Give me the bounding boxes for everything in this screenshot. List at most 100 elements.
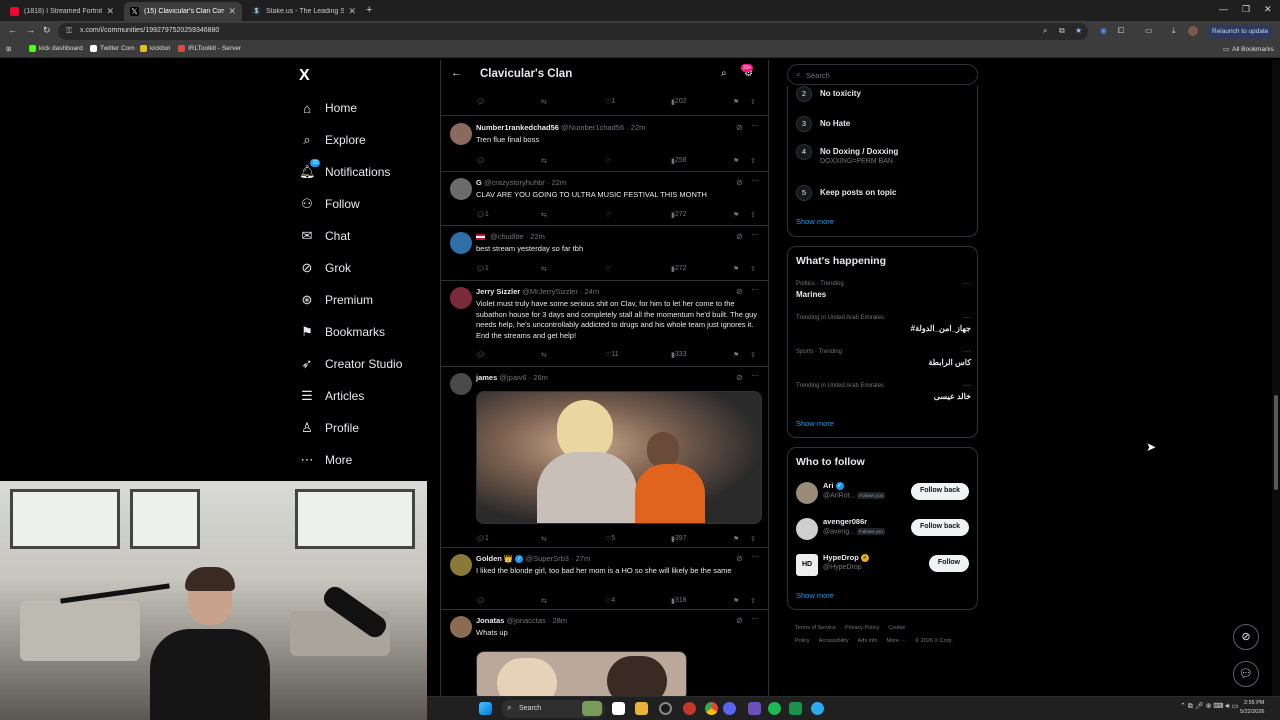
bookmark-item[interactable]: IRLToolkit - Server [178,45,241,52]
repost-icon[interactable]: ⇆ [541,98,547,106]
post[interactable]: G @crazystoryhuhbr · 22m ⊘ ··· CLAV ARE YOU… [441,172,768,226]
trend-item[interactable]: Trending in United Arab Emirates #جهاز_ا… [796,313,971,333]
bookmark-item[interactable]: kick dashboard [29,45,83,52]
views-icon[interactable]: ▮ 318 [671,597,687,605]
task-view-icon[interactable] [612,702,625,715]
nav-item-bookmarks[interactable]: ⚑ Bookmarks [299,318,385,346]
trends-show-more-link[interactable]: Show more [796,419,834,428]
start-icon[interactable] [479,702,492,715]
sidepanel-icon[interactable]: ▭ [1145,26,1153,35]
post-time[interactable]: · 26m [529,373,548,382]
follow-name-row[interactable]: HypeDrop ✓ [823,553,869,563]
browser-tab[interactable]: $ Stake.us - The Leading Social C ✕ [246,2,362,21]
more-options-icon[interactable]: ··· [751,121,759,130]
rules-show-more-link[interactable]: Show more [796,217,834,226]
install-icon[interactable]: ⧉ [1059,26,1065,36]
bookmark-item[interactable]: kickbot [140,45,170,52]
like-icon[interactable]: ♡ 4 [605,597,615,605]
download-icon[interactable]: ⤓ [1172,26,1176,36]
author-name[interactable]: Jonatas [476,616,504,625]
scrollbar[interactable] [1272,60,1280,696]
nav-item-articles[interactable]: ☰ Articles [299,382,364,410]
sheets-icon[interactable] [789,702,802,715]
nav-item-home[interactable]: ⌂ Home [299,94,357,122]
repost-icon[interactable]: ⇆ [541,535,547,543]
more-options-icon[interactable]: ··· [751,614,759,623]
views-icon[interactable]: ▮ 202 [671,98,687,106]
views-icon[interactable]: ▮ 272 [671,211,687,219]
nav-item-explore[interactable]: ⌕ Explore [299,126,365,154]
reply-icon[interactable]: 💬︎ [476,98,485,106]
share-icon[interactable]: ⇧ [750,265,756,273]
avatar[interactable] [450,554,472,576]
minimize-icon[interactable]: — [1219,4,1228,14]
footer-link[interactable]: Terms of Service [795,625,836,631]
new-tab-icon[interactable]: + [366,4,372,16]
reply-icon[interactable]: 💬︎ [476,157,485,165]
author-handle[interactable]: @MrJerrySizzler [522,287,578,296]
footer-link[interactable]: © 2026 X Corp. [915,638,953,644]
author-handle[interactable]: @Number1chad56 [561,123,624,132]
follow-button[interactable]: Follow back [910,483,969,500]
follow-name-row[interactable]: avenger086r [823,517,867,526]
follow-suggestion[interactable]: avenger086r @aveng... Follows you Follow … [796,516,971,544]
like-icon[interactable]: ♡ [605,157,611,165]
profile-avatar-icon[interactable] [1188,26,1198,36]
post[interactable]: Golden 👑 ✓ @SuperSrb3 · 27m ⊘ ··· I liked t… [441,548,768,610]
post[interactable]: Jerry Sizzler @MrJerrySizzler · 24m ⊘ ··· V… [441,281,768,367]
close-tab-icon[interactable]: ✕ [228,6,236,17]
footer-link[interactable]: Ads info [858,638,878,644]
bookmark-icon[interactable]: ⚑ [733,535,739,543]
bookmark-icon[interactable]: ⚑ [733,98,739,106]
reply-icon[interactable]: 💬︎ 1 [476,265,489,273]
footer-link[interactable]: Accessibility [819,638,849,644]
apps-icon[interactable]: ⊞ [6,45,11,53]
url-text[interactable]: x.com/i/communities/1992797520259346880 [80,27,219,34]
follow-button[interactable]: Follow back [910,519,969,536]
close-tab-icon[interactable]: ✕ [106,6,114,17]
post-time[interactable]: · 22m [626,123,645,132]
omnibox[interactable]: ⚿ x.com/i/communities/199279752025934688… [58,23,1088,40]
like-icon[interactable]: ♡ 11 [605,351,619,359]
app-icon[interactable] [748,702,761,715]
star-icon[interactable]: ★ [1075,26,1082,35]
footer-link[interactable]: More ··· [887,638,907,644]
reply-icon[interactable]: 💬︎ [476,351,485,359]
more-options-icon[interactable]: ··· [963,381,971,390]
grok-icon[interactable]: ⊘ [1233,624,1259,650]
post-time[interactable]: · 24m [580,287,599,296]
nav-item-more[interactable]: ⋯ More [299,446,353,474]
more-options-icon[interactable]: ··· [751,230,759,239]
repost-icon[interactable]: ⇆ [541,265,547,273]
scrollbar-thumb[interactable] [1274,395,1278,490]
extensions-puzzle-icon[interactable]: ⧠ [1118,26,1124,36]
reload-icon[interactable]: ↻ [43,25,51,36]
share-icon[interactable]: ⇧ [750,211,756,219]
share-icon[interactable]: ⇧ [750,98,756,106]
grok-icon[interactable]: ⊘ [736,616,743,625]
post-time[interactable]: · 28m [548,616,567,625]
bookmark-icon[interactable]: ⚑ [733,597,739,605]
avatar[interactable] [450,123,472,145]
grok-icon[interactable]: ⊘ [736,232,743,241]
follow-show-more-link[interactable]: Show more [796,591,834,600]
file-explorer-icon[interactable] [635,702,648,715]
post[interactable]: @chudlite · 22m ⊘ ··· best stream yesterday… [441,226,768,281]
author-handle[interactable]: @SuperSrb3 [525,554,568,563]
repost-icon[interactable]: ⇆ [541,211,547,219]
follow-button[interactable]: Follow [928,555,969,572]
avatar[interactable] [796,482,818,504]
post-image[interactable] [476,651,687,696]
grok-icon[interactable]: ⊘ [736,123,743,132]
post[interactable]: Number1rankedchad56 @Number1chad56 · 22m… [441,117,768,172]
avatar[interactable] [450,287,472,309]
avatar[interactable] [450,616,472,638]
post-partial[interactable]: 💬︎ ⇆ ♡ 1 ▮ 202 ⚑ ⇧ [441,89,768,116]
grok-icon[interactable]: ⊘ [736,373,743,382]
author-handle[interactable]: @crazystoryhuhbr [484,178,545,187]
more-options-icon[interactable]: ··· [751,552,759,561]
grok-icon[interactable]: ⊘ [736,554,743,563]
zoom-icon[interactable]: ⌕ [1043,26,1047,36]
follow-suggestion[interactable]: HD HypeDrop ✓ @HypeDrop Follow [796,552,971,580]
search-icon[interactable]: ⌕ [721,68,727,79]
